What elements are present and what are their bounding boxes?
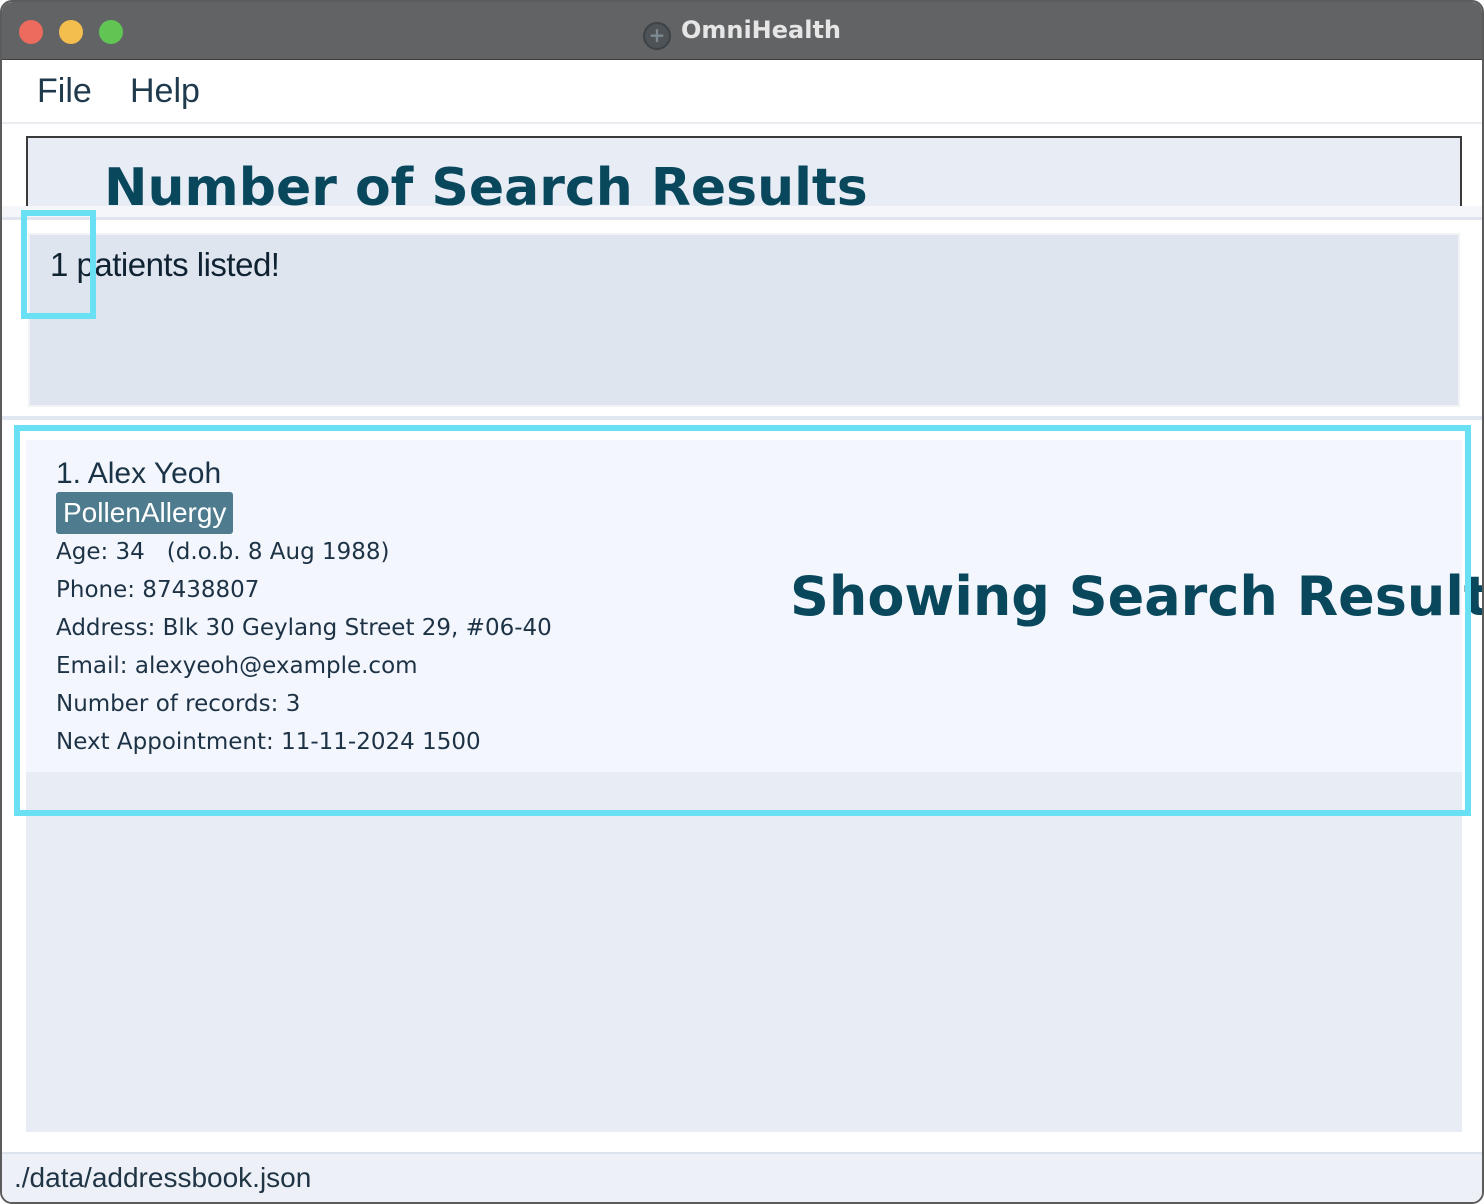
window-title-group: + OmniHealth <box>2 14 1482 50</box>
highlight-result-list <box>14 425 1471 816</box>
status-bar-path: ./data/addressbook.json <box>14 1162 312 1193</box>
app-window: + OmniHealth File Help 1 patients listed!… <box>0 0 1484 1204</box>
app-logo-icon: + <box>642 22 671 50</box>
menu-help[interactable]: Help <box>130 72 200 111</box>
title-bar: + OmniHealth <box>2 2 1482 60</box>
panel-divider <box>2 416 1482 420</box>
annotation-number-of-results: Number of Search Results <box>104 158 868 218</box>
window-title: OmniHealth <box>680 16 842 44</box>
menu-file[interactable]: File <box>37 72 92 111</box>
highlight-result-count <box>21 210 96 319</box>
menu-bar: File Help <box>2 60 1482 124</box>
